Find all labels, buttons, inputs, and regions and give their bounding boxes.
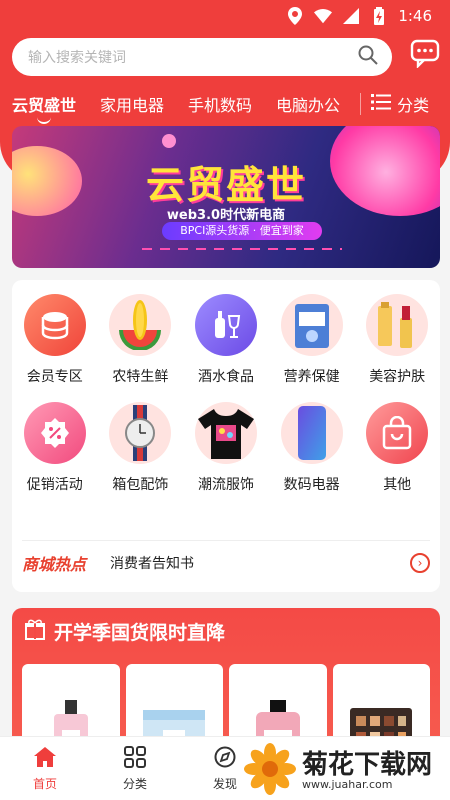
category-label: 其他 — [383, 477, 412, 493]
category-other[interactable]: 其他 — [354, 402, 440, 494]
chevron-right-icon[interactable]: › — [410, 552, 430, 573]
clock: 1:46 — [398, 7, 432, 25]
category-health[interactable]: 营养保健 — [269, 294, 355, 386]
category-label: 箱包配饰 — [112, 477, 169, 493]
category-fashion[interactable]: 潮流服饰 — [183, 402, 269, 494]
category-button-label: 分类 — [397, 96, 430, 115]
promo-header: 开学季国货限时直降 — [24, 618, 225, 645]
notice-tag: 商城热点 — [22, 554, 87, 574]
category-member[interactable]: 会员专区 — [12, 294, 98, 386]
nav-category[interactable]: 分类 — [90, 737, 180, 800]
search-icon[interactable] — [358, 45, 378, 69]
compass-icon — [214, 746, 236, 771]
grid-icon — [124, 745, 146, 771]
category-tabs: 云贸盛世 家用电器 手机数码 电脑办公 分类 — [0, 84, 450, 124]
banner-title: 云贸盛世 — [145, 163, 306, 207]
nav-label: 发现 — [212, 776, 237, 791]
category-label: 会员专区 — [26, 369, 83, 385]
banner-dash-line — [142, 248, 342, 250]
flower-logo-icon — [244, 743, 296, 799]
category-button[interactable]: 分类 — [371, 92, 439, 116]
category-label: 美容护肤 — [369, 369, 426, 385]
banner-subtitle: web3.0时代新电商 — [166, 208, 286, 223]
notice-text: 消费者告知书 — [110, 555, 194, 572]
category-label: 潮流服饰 — [197, 477, 254, 493]
category-promotions[interactable]: 促销活动 — [12, 402, 98, 494]
category-label: 营养保健 — [283, 369, 340, 385]
category-drinks[interactable]: 酒水食品 — [183, 294, 269, 386]
watermark: 菊花下载网 www.juahar.com — [244, 742, 450, 800]
category-bags[interactable]: 箱包配饰 — [98, 402, 184, 494]
banner[interactable]: 云贸盛世 web3.0时代新电商 BPCI源头货源 · 便宜到家 — [12, 126, 440, 268]
list-icon — [371, 93, 392, 115]
category-label: 农特生鲜 — [112, 369, 169, 385]
wine-icon — [194, 294, 257, 356]
tshirt-icon — [194, 402, 257, 464]
gift-icon — [24, 618, 46, 645]
nav-label: 首页 — [32, 776, 57, 791]
notice-bar[interactable]: 商城热点 消费者告知书 › — [22, 540, 430, 580]
nav-label: 分类 — [122, 776, 147, 791]
tab-yunmao[interactable]: 云贸盛世 — [0, 92, 88, 124]
category-digital[interactable]: 数码电器 — [269, 402, 355, 494]
watch-icon — [109, 402, 172, 464]
corn-watermelon-icon — [109, 294, 172, 356]
category-card: 会员专区 农特生鲜 酒水食品 营养保健 美容护肤 促销活动 箱包配饰 潮流服饰 … — [12, 280, 440, 592]
category-label: 促销活动 — [26, 477, 83, 493]
category-label: 酒水食品 — [197, 369, 254, 385]
promo-title: 开学季国货限时直降 — [54, 622, 226, 644]
category-grid: 会员专区 农特生鲜 酒水食品 营养保健 美容护肤 促销活动 箱包配饰 潮流服饰 … — [12, 294, 440, 494]
search-input[interactable]: 输入搜索关键词 — [28, 47, 358, 67]
category-label: 数码电器 — [283, 477, 340, 493]
banner-strip: BPCI源头货源 · 便宜到家 — [162, 222, 322, 240]
tab-phones[interactable]: 手机数码 — [176, 92, 264, 116]
status-bar: 1:46 — [0, 0, 450, 32]
battery-icon — [370, 7, 388, 25]
tab-computers[interactable]: 电脑办公 — [264, 92, 352, 116]
watermark-name: 菊花下载网 — [302, 749, 433, 780]
location-icon — [286, 7, 304, 25]
home-icon — [33, 746, 57, 771]
tab-appliances[interactable]: 家用电器 — [88, 92, 176, 116]
cosmetics-icon — [366, 294, 429, 356]
signal-icon — [342, 7, 360, 25]
phone-icon — [280, 402, 343, 464]
divider — [360, 93, 362, 115]
member-coin-icon — [23, 294, 86, 356]
bag-icon — [366, 402, 429, 464]
search-bar[interactable]: 输入搜索关键词 — [12, 38, 392, 76]
wifi-icon — [314, 7, 333, 25]
category-fresh[interactable]: 农特生鲜 — [98, 294, 184, 386]
message-icon[interactable] — [410, 38, 440, 69]
nav-home[interactable]: 首页 — [0, 737, 90, 800]
category-beauty[interactable]: 美容护肤 — [354, 294, 440, 386]
health-box-icon — [280, 294, 343, 356]
banner-blob — [162, 134, 176, 148]
discount-icon — [23, 402, 86, 464]
